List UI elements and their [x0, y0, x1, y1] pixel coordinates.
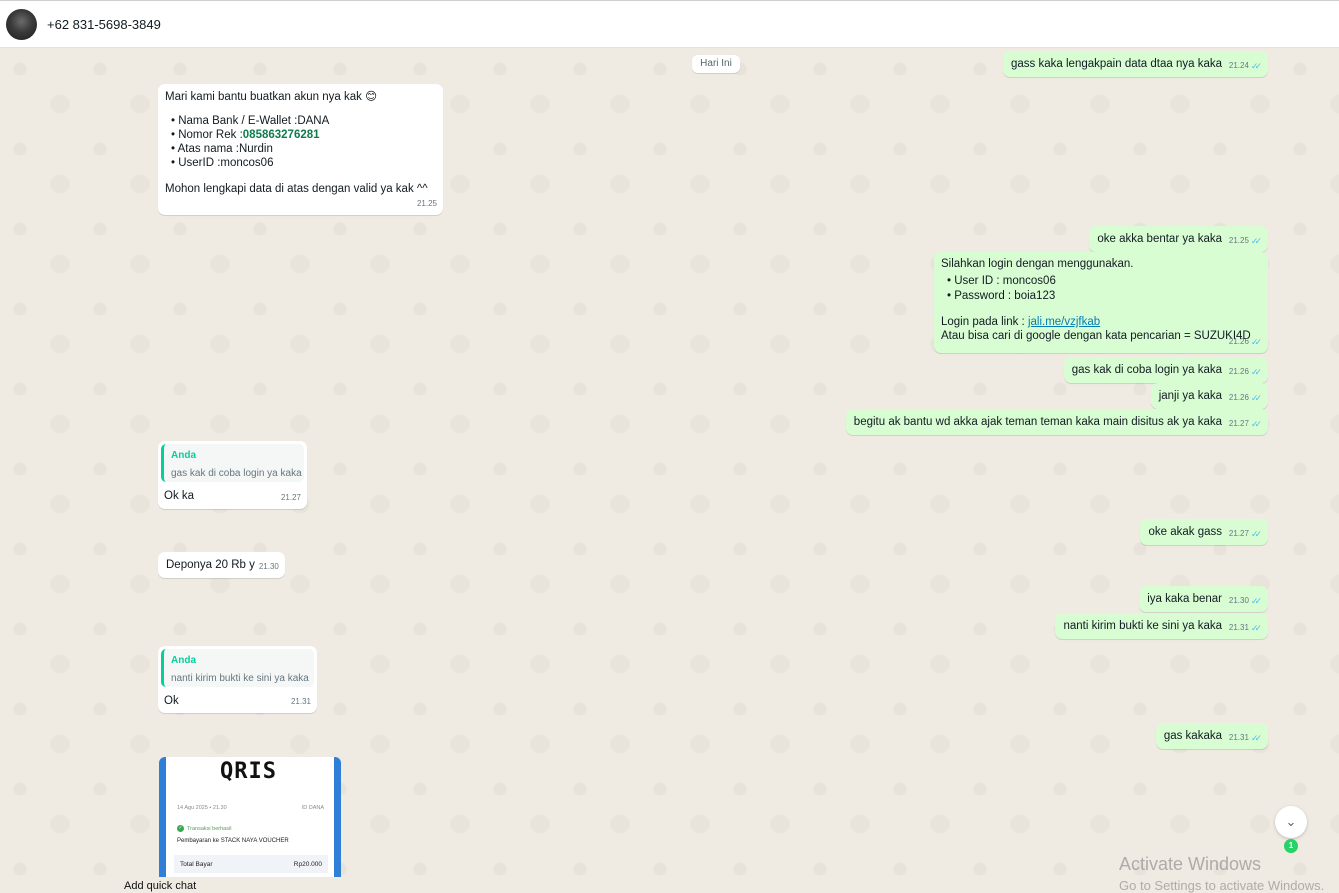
- double-check-icon: ✓✓: [1250, 733, 1262, 743]
- message-text: janji ya kaka: [1158, 390, 1222, 402]
- message-outgoing[interactable]: gas kak di coba login ya kaka 21.26 ✓✓: [1063, 357, 1268, 383]
- receipt-status: ✓ Transaksi berhasil: [177, 825, 232, 832]
- message-text: Ok: [164, 695, 179, 707]
- message-text: oke akka bentar ya kaka: [1097, 233, 1222, 245]
- message-text: iya kaka benar: [1147, 593, 1222, 605]
- message-text: Atau bisa cari di google dengan kata pen…: [941, 330, 1251, 342]
- message-text: Mari kami bantu buatkan akun nya kak: [165, 91, 362, 103]
- double-check-icon: ✓✓: [1250, 393, 1262, 403]
- message-text: gas kak di coba login ya kaka: [1071, 364, 1222, 376]
- message-outgoing[interactable]: iya kaka benar 21.30 ✓✓: [1139, 586, 1268, 612]
- message-time: 21.24 ✓✓: [1228, 61, 1262, 71]
- message-text: Mohon lengkapi data di atas dengan valid…: [165, 183, 428, 195]
- message-text: begitu ak bantu wd akka ajak teman teman…: [853, 416, 1222, 428]
- windows-activation-watermark-sub: Go to Settings to activate Windows.: [1119, 878, 1325, 893]
- double-check-icon: ✓✓: [1250, 623, 1262, 633]
- message-time: 21.31 ✓✓: [1228, 733, 1262, 743]
- double-check-icon: ✓✓: [1250, 236, 1262, 246]
- smile-emoji-icon: 😊: [365, 91, 378, 103]
- message-time: 21.26 ✓✓: [1228, 393, 1262, 403]
- message-text: gass kaka lengakpain data dtaa nya kaka: [1011, 58, 1222, 70]
- account-number-link[interactable]: 085863276281: [243, 129, 320, 141]
- message-incoming-reply[interactable]: Anda gas kak di coba login ya kaka Ok ka…: [158, 441, 307, 509]
- date-divider: Hari Ini: [692, 55, 740, 73]
- receipt-merchant: Pembayaran ke STACK NAYA VOUCHER: [177, 838, 289, 844]
- message-incoming[interactable]: Mari kami bantu buatkan akun nya kak 😊 •…: [158, 84, 443, 215]
- double-check-icon: ✓✓: [1250, 596, 1262, 606]
- receipt-total-row: Total Bayar Rp20.000: [174, 855, 328, 873]
- message-outgoing[interactable]: gass kaka lengakpain data dtaa nya kaka …: [1003, 51, 1268, 77]
- contact-avatar[interactable]: [6, 9, 37, 40]
- double-check-icon: ✓✓: [1250, 367, 1262, 377]
- message-time: 21.30 ✓✓: [1228, 596, 1262, 606]
- message-text: nanti kirim bukti ke sini ya kaka: [1063, 620, 1222, 632]
- message-text: gas kakaka: [1163, 730, 1222, 742]
- chat-area[interactable]: Hari Ini gass kaka lengakpain data dtaa …: [0, 49, 1339, 893]
- message-time: 21.25: [416, 199, 437, 208]
- double-check-icon: ✓✓: [1250, 529, 1262, 539]
- double-check-icon: ✓✓: [1250, 337, 1262, 347]
- qris-logo: QRIS: [220, 759, 277, 784]
- double-check-icon: ✓✓: [1250, 419, 1262, 429]
- message-time: 21.31 ✓✓: [1228, 623, 1262, 633]
- double-check-icon: ✓✓: [1250, 61, 1262, 71]
- message-time: 21.27 ✓✓: [1228, 419, 1262, 429]
- scroll-to-bottom-button[interactable]: ⌄: [1275, 806, 1307, 838]
- message-time: 21.26 ✓✓: [1228, 337, 1262, 347]
- message-time: 21.31: [290, 697, 311, 706]
- message-incoming-reply[interactable]: Anda nanti kirim bukti ke sini ya kaka O…: [158, 646, 317, 713]
- message-time: 21.27 ✓✓: [1228, 529, 1262, 539]
- message-time: 21.25 ✓✓: [1228, 236, 1262, 246]
- message-text: Deponya 20 Rb y: [166, 559, 255, 571]
- windows-activation-watermark: Activate Windows: [1119, 854, 1262, 874]
- quoted-message[interactable]: Anda gas kak di coba login ya kaka: [161, 444, 304, 482]
- message-text: Ok ka: [164, 490, 195, 502]
- contact-name[interactable]: +62 831-5698-3849: [47, 17, 161, 32]
- receipt-brand: ID DANA: [301, 805, 324, 811]
- chat-header: +62 831-5698-3849: [0, 0, 1339, 48]
- message-outgoing[interactable]: begitu ak bantu wd akka ajak teman teman…: [845, 409, 1268, 435]
- payment-receipt-image[interactable]: QRIS 14 Agu 2025 • 21.30 ID DANA ✓ Trans…: [159, 757, 341, 877]
- unread-count-badge: 1: [1284, 839, 1298, 853]
- message-incoming[interactable]: Deponya 20 Rb y 21.30: [158, 552, 285, 578]
- quoted-message[interactable]: Anda nanti kirim bukti ke sini ya kaka: [161, 649, 314, 687]
- login-link[interactable]: jali.me/vzjfkab: [1028, 316, 1100, 328]
- message-outgoing[interactable]: oke akak gass 21.27 ✓✓: [1140, 519, 1268, 545]
- message-text: oke akak gass: [1148, 526, 1222, 538]
- message-time: 21.30: [258, 562, 279, 571]
- chevron-down-icon: ⌄: [1285, 814, 1297, 829]
- message-outgoing[interactable]: janji ya kaka 21.26 ✓✓: [1150, 383, 1268, 409]
- message-time: 21.26 ✓✓: [1228, 367, 1262, 377]
- receipt-date: 14 Agu 2025 • 21.30: [177, 805, 227, 811]
- check-circle-icon: ✓: [177, 825, 184, 832]
- message-outgoing[interactable]: Silahkan login dengan menggunakan. • Use…: [934, 252, 1268, 353]
- message-text: Silahkan login dengan menggunakan.: [941, 258, 1134, 270]
- message-outgoing[interactable]: gas kakaka 21.31 ✓✓: [1155, 723, 1268, 749]
- message-outgoing[interactable]: oke akka bentar ya kaka 21.25 ✓✓: [1089, 226, 1268, 252]
- add-quick-chat-button[interactable]: Add quick chat: [124, 880, 196, 892]
- message-outgoing[interactable]: nanti kirim bukti ke sini ya kaka 21.31 ✓…: [1055, 613, 1268, 639]
- message-time: 21.27: [280, 493, 301, 502]
